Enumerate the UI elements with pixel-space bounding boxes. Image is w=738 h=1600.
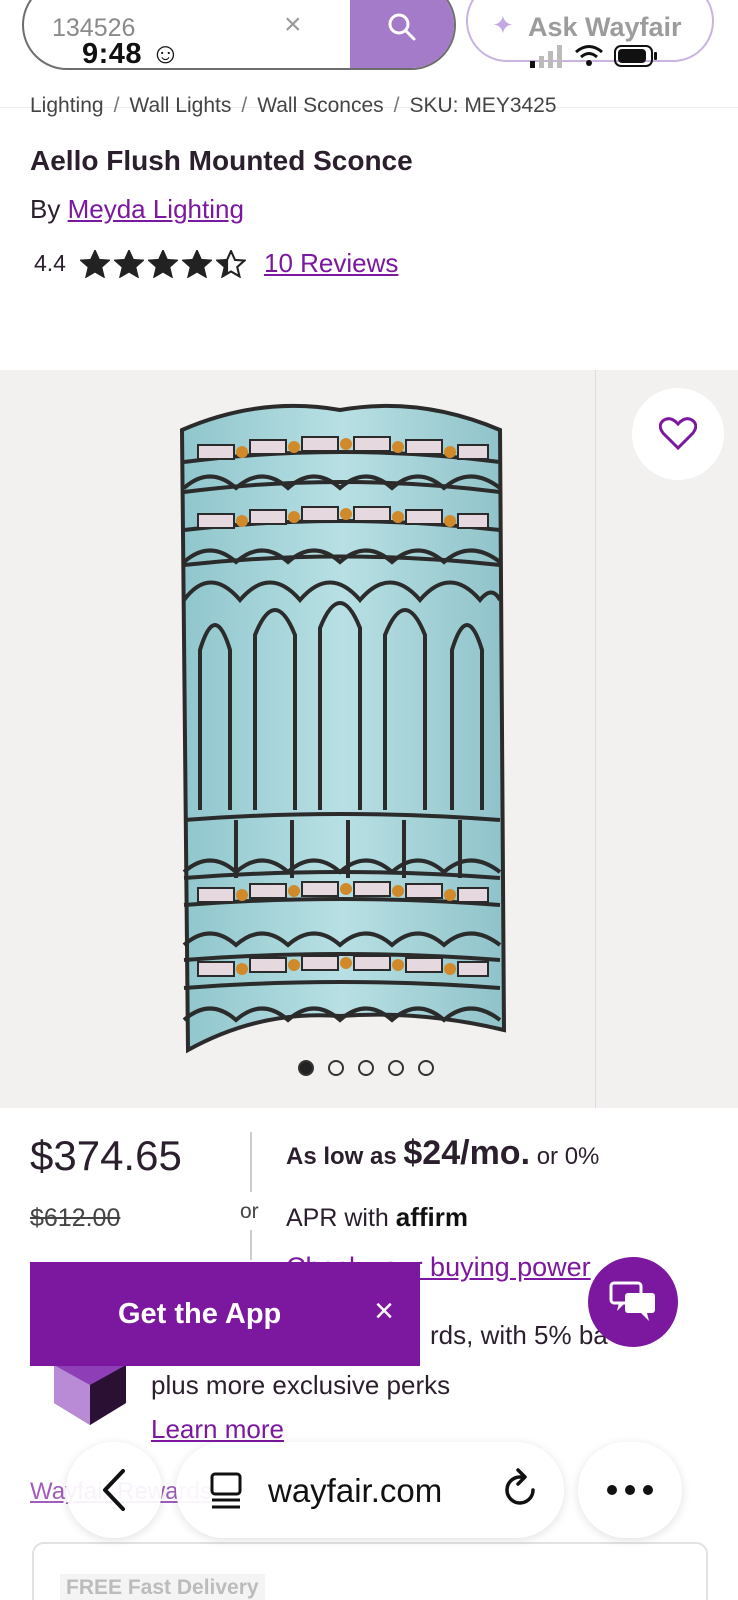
chat-button[interactable] <box>588 1257 678 1347</box>
signal-icon <box>530 45 562 68</box>
favorite-button[interactable] <box>632 388 724 480</box>
chevron-left-icon <box>103 1469 125 1511</box>
search-icon <box>388 13 416 41</box>
original-price: $612.00 <box>30 1204 121 1232</box>
gallery-dot[interactable] <box>418 1060 434 1076</box>
status-time: 9:48 ☺ <box>82 38 181 70</box>
chat-icon <box>609 1281 655 1321</box>
or-label: or <box>240 1200 259 1223</box>
breadcrumb-wall-lights[interactable]: Wall Lights <box>129 94 231 118</box>
product-title: Aello Flush Mounted Sconce <box>30 145 413 176</box>
brand-link[interactable]: Meyda Lighting <box>68 194 244 224</box>
address-bar[interactable]: wayfair.com <box>176 1442 564 1538</box>
delivery-card: FREE Fast Delivery <box>32 1542 708 1600</box>
star-icon <box>147 249 178 278</box>
sparkle-icon: ✦ <box>492 10 514 40</box>
top-bar: 134526 × 9:48 ☺ ✦ Ask Wayfair <box>0 0 738 108</box>
apr-label: APR with <box>286 1204 389 1232</box>
more-dot <box>625 1485 635 1495</box>
more-dot <box>607 1485 617 1495</box>
smiley-icon: ☺ <box>150 38 181 70</box>
gallery-pagination <box>298 1060 434 1076</box>
financing-offer: As low as $24/mo. or 0% <box>286 1134 599 1173</box>
rewards-text: rds, with 5% ba <box>430 1320 608 1350</box>
apr-line: APR with affirm <box>286 1202 468 1233</box>
breadcrumb: Lighting / Wall Lights / Wall Sconces / SKU: M… <box>30 94 557 118</box>
rating-value: 4.4 <box>34 250 66 276</box>
reader-icon <box>210 1472 242 1509</box>
rewards-gem-icon <box>54 1365 126 1425</box>
more-dot <box>643 1485 653 1495</box>
delivery-badge: FREE Fast Delivery <box>60 1574 265 1600</box>
monthly-price: $24/mo. <box>403 1134 531 1172</box>
battery-icon <box>614 45 657 67</box>
breadcrumb-wall-sconces[interactable]: Wall Sconces <box>257 94 383 118</box>
learn-more-link[interactable]: Learn more <box>151 1414 284 1445</box>
as-low-label: As low as <box>286 1143 397 1170</box>
breadcrumb-lighting[interactable]: Lighting <box>30 94 104 118</box>
divider <box>250 1230 252 1260</box>
gallery-dot[interactable] <box>358 1060 374 1076</box>
star-icon <box>113 249 144 278</box>
close-icon[interactable]: × <box>374 1292 394 1331</box>
gallery-dot[interactable] <box>328 1060 344 1076</box>
more-options-button[interactable] <box>578 1442 682 1538</box>
get-the-app-label: Get the App <box>118 1297 282 1330</box>
breadcrumb-sku: SKU: MEY3425 <box>409 94 557 117</box>
by-label: By <box>30 194 61 224</box>
star-icon <box>181 249 212 278</box>
as-low-suffix: or 0% <box>536 1143 600 1170</box>
sale-price: $374.65 <box>30 1132 182 1179</box>
browser-back-button[interactable] <box>66 1442 162 1538</box>
heart-icon <box>659 417 697 451</box>
wifi-icon <box>575 45 603 66</box>
clear-icon[interactable]: × <box>284 8 302 42</box>
reviews-link[interactable]: 10 Reviews <box>264 248 398 279</box>
product-image[interactable] <box>170 400 510 1065</box>
status-icons <box>530 44 658 68</box>
gallery-divider <box>595 370 596 1108</box>
rewards-perks-text: plus more exclusive perks <box>151 1370 451 1400</box>
product-gallery[interactable] <box>0 370 738 1108</box>
star-icon <box>79 249 110 278</box>
reload-icon[interactable] <box>501 1468 541 1510</box>
affirm-logo: affirm <box>395 1202 469 1232</box>
divider <box>250 1132 252 1192</box>
star-icon <box>215 249 246 278</box>
url-text: wayfair.com <box>268 1472 443 1509</box>
brand-line: By Meyda Lighting <box>30 194 244 225</box>
search-button[interactable] <box>350 0 454 68</box>
rating-row: 4.4 10 Reviews <box>34 248 398 279</box>
gallery-dot[interactable] <box>298 1060 314 1076</box>
get-the-app-banner[interactable]: Get the App × <box>30 1262 420 1366</box>
ask-wayfair-label: Ask Wayfair <box>528 12 682 42</box>
gallery-dot[interactable] <box>388 1060 404 1076</box>
star-rating <box>79 249 246 278</box>
